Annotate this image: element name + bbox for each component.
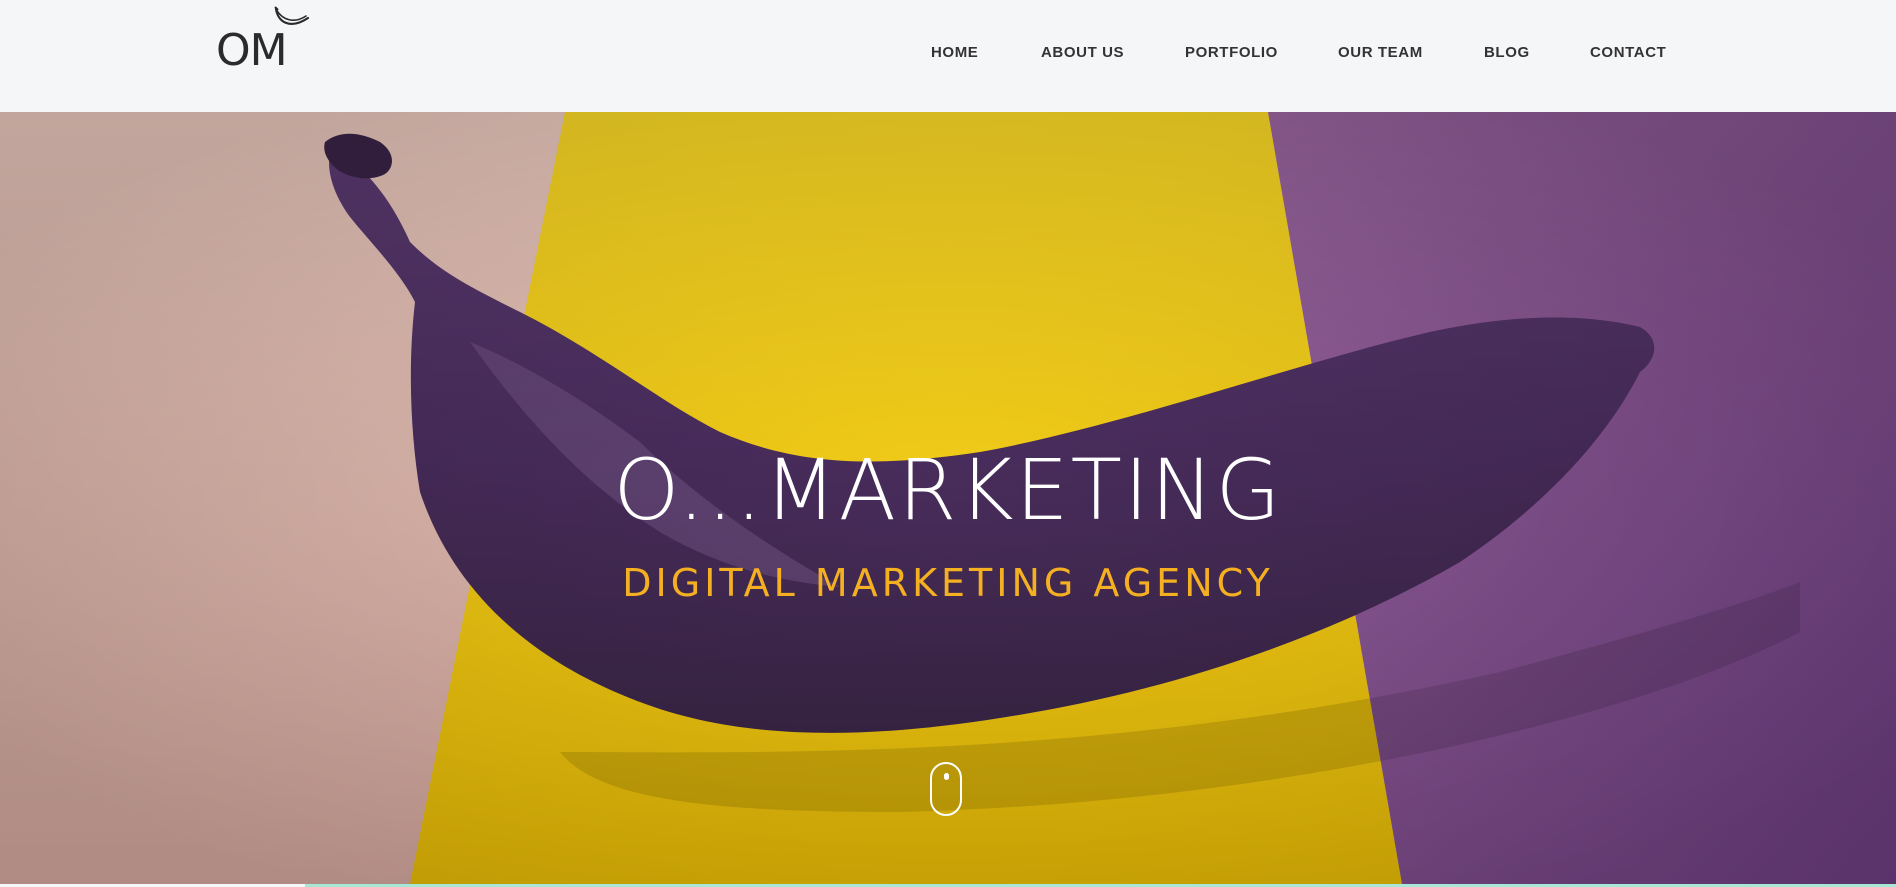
- banana-logo-icon: [274, 6, 310, 25]
- scroll-down-mouse-icon[interactable]: [930, 762, 962, 816]
- nav-about-us[interactable]: ABOUT US: [1041, 44, 1124, 61]
- nav-home[interactable]: HOME: [931, 44, 978, 61]
- logo[interactable]: OM: [216, 6, 316, 76]
- hero-subtitle: DIGITAL MARKETING AGENCY: [622, 561, 1274, 605]
- scroll-wheel-dot: [944, 773, 949, 780]
- nav-contact[interactable]: CONTACT: [1590, 44, 1666, 61]
- hero-section: O...MARKETING DIGITAL MARKETING AGENCY: [0, 112, 1896, 884]
- nav-portfolio[interactable]: PORTFOLIO: [1185, 44, 1278, 61]
- nav-blog[interactable]: BLOG: [1484, 44, 1530, 61]
- hero-title: O...MARKETING: [613, 441, 1283, 539]
- site-header: OM HOME ABOUT US PORTFOLIO OUR TEAM BLOG…: [0, 0, 1896, 112]
- nav-our-team[interactable]: OUR TEAM: [1338, 44, 1423, 61]
